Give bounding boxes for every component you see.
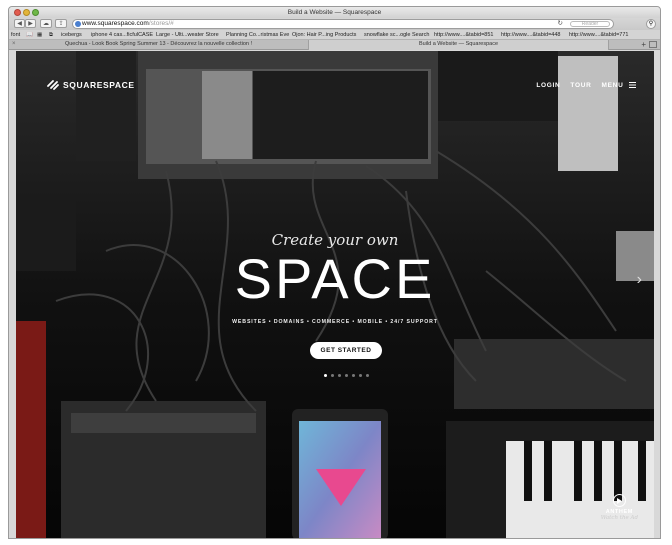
- grid-icon[interactable]: ▦: [37, 30, 42, 39]
- carousel-dot[interactable]: [345, 374, 348, 377]
- tab-bar: × Quechua - Look Book Spring Summer 13 -…: [9, 40, 660, 50]
- forward-button[interactable]: ▶: [25, 19, 36, 28]
- carousel-dot[interactable]: [338, 374, 341, 377]
- tab-quechua[interactable]: × Quechua - Look Book Spring Summer 13 -…: [9, 40, 309, 50]
- url-domain: www.squarespace.com: [82, 20, 149, 27]
- logo-text: SQUARESPACE: [63, 79, 135, 90]
- share-button[interactable]: ⇪: [55, 19, 67, 28]
- carousel-dot[interactable]: [352, 374, 355, 377]
- back-button[interactable]: ◀: [14, 19, 25, 28]
- new-tab-icon[interactable]: +: [641, 40, 646, 49]
- reader-button[interactable]: Reader: [570, 21, 610, 27]
- anthem-subtitle: Watch the Ad: [600, 515, 638, 521]
- bookmarks-bar: font 📖 ▦ ⧉ icebergs iphone 4 cas...ficfu…: [9, 30, 660, 40]
- bookmark-item[interactable]: snowflake sc...ogle Search: [364, 30, 429, 39]
- hamburger-icon: [629, 82, 636, 89]
- carousel-dots: [324, 374, 369, 377]
- share-icon: ⇪: [58, 21, 64, 27]
- tab-label: Build a Website — Squarespace: [418, 41, 499, 47]
- back-arrow-icon: ◀: [17, 21, 22, 27]
- hero-title: SPACE: [234, 247, 436, 310]
- squarespace-logo[interactable]: SQUARESPACE: [46, 79, 135, 90]
- bookmark-item[interactable]: font: [11, 30, 20, 39]
- bookmark-item[interactable]: http://www....&tabid=771: [569, 30, 628, 39]
- tour-link[interactable]: TOUR: [570, 82, 591, 89]
- reload-icon[interactable]: ↻: [558, 20, 563, 28]
- search-button[interactable]: ⚲: [646, 19, 656, 29]
- browser-window: Build a Website — Squarespace ◀ ▶ ☁ ⇪ ww…: [8, 6, 661, 539]
- site-favicon-icon: [75, 21, 81, 27]
- tab-overview-icon[interactable]: [649, 41, 657, 48]
- close-tab-icon[interactable]: ×: [12, 40, 16, 49]
- menu-label: MENU: [601, 82, 624, 89]
- carousel-dot[interactable]: [359, 374, 362, 377]
- browser-toolbar: ◀ ▶ ☁ ⇪ www.squarespace.com/stores/# ↻ R…: [9, 18, 660, 30]
- top-sites-icon[interactable]: ⧉: [49, 30, 53, 39]
- address-bar[interactable]: www.squarespace.com/stores/# ↻ Reader: [72, 19, 614, 29]
- anthem-video-link[interactable]: ANTHEM Watch the Ad: [601, 494, 638, 521]
- icloud-button[interactable]: ☁: [40, 19, 52, 28]
- window-title: Build a Website — Squarespace: [287, 9, 382, 16]
- bookmark-item[interactable]: icebergs: [61, 30, 82, 39]
- forward-arrow-icon: ▶: [28, 21, 33, 27]
- next-slide-arrow-icon[interactable]: ›: [637, 271, 642, 289]
- bookmark-item[interactable]: iphone 4 cas...ficfulCASE: [91, 30, 153, 39]
- squarespace-logo-icon: [47, 80, 59, 90]
- bookmark-item[interactable]: http://www....&tabid=448: [501, 30, 560, 39]
- bookmark-item[interactable]: http://www....&tabid=851: [434, 30, 493, 39]
- page-viewport: SQUARESPACE LOGIN TOUR MENU Create your …: [16, 51, 654, 538]
- get-started-button[interactable]: GET STARTED: [310, 342, 382, 359]
- title-bar: Build a Website — Squarespace: [9, 7, 660, 18]
- menu-button[interactable]: MENU: [602, 82, 636, 89]
- play-icon: [612, 494, 626, 507]
- book-icon[interactable]: 📖: [26, 30, 33, 39]
- bookmark-item[interactable]: Large - Ulti...weater Store: [156, 30, 219, 39]
- cloud-icon: ☁: [43, 21, 49, 27]
- carousel-dot[interactable]: [324, 374, 327, 377]
- hero-subtitle: WEBSITES • DOMAINS • COMMERCE • MOBILE •…: [232, 319, 438, 325]
- url-path: /stores/#: [148, 20, 174, 27]
- search-icon: ⚲: [648, 21, 654, 27]
- site-nav: LOGIN TOUR MENU: [536, 82, 636, 89]
- bookmark-item[interactable]: Ojon: Hair P...ing Products: [292, 30, 356, 39]
- tab-squarespace[interactable]: Build a Website — Squarespace: [309, 40, 609, 50]
- login-link[interactable]: LOGIN: [536, 82, 560, 89]
- bookmark-item[interactable]: Planning Co...ristmas Eve: [226, 30, 289, 39]
- carousel-dot[interactable]: [331, 374, 334, 377]
- carousel-dot[interactable]: [366, 374, 369, 377]
- tab-label: Quechua - Look Book Spring Summer 13 - D…: [64, 41, 253, 47]
